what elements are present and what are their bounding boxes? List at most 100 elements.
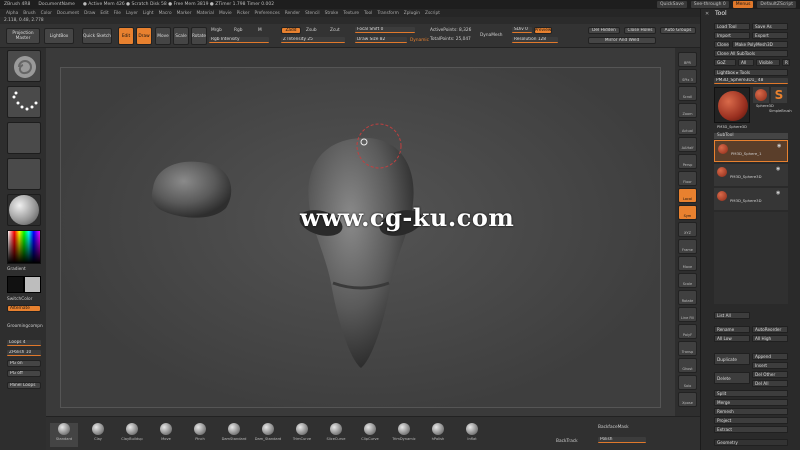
shelf-spix-3-button[interactable]: SPix 3 [678, 69, 697, 84]
menu-movie[interactable]: Movie [219, 11, 232, 16]
secondary-color-swatch[interactable] [24, 276, 41, 293]
menu-macro[interactable]: Macro [159, 11, 172, 16]
project-button[interactable]: Project [714, 417, 788, 424]
pg-off-button[interactable]: PG off [7, 370, 41, 377]
document-canvas[interactable] [60, 67, 661, 408]
brush-trimcurve[interactable]: TrimCurve [288, 423, 316, 447]
palette-close-icon[interactable]: ✕ [705, 11, 709, 17]
remesh-button[interactable]: Remesh [714, 408, 788, 415]
brush-clipcurve[interactable]: ClipCurve [356, 423, 384, 447]
clone-button[interactable]: Clone [714, 41, 730, 48]
geometry-header[interactable]: Geometry [714, 439, 788, 446]
rotate-button[interactable]: Rotate [191, 27, 207, 45]
duplicate-button[interactable]: Duplicate [714, 353, 750, 365]
m-toggle[interactable]: M [258, 28, 262, 33]
shelf-frame-button[interactable]: Frame [678, 239, 697, 254]
sdiv-slider[interactable]: SDiv 0 [512, 27, 532, 33]
shelf-solo-button[interactable]: Solo [678, 375, 697, 390]
menu-render[interactable]: Render [285, 11, 300, 16]
brush-hpolish[interactable]: hPolish [424, 423, 452, 447]
shelf-rotate-button[interactable]: Rotate [678, 290, 697, 305]
rgb-toggle[interactable]: Rgb [234, 28, 242, 33]
all-high-button[interactable]: All High [752, 335, 788, 342]
shelf-floor-button[interactable]: Floor [678, 171, 697, 186]
brush-dam-standard[interactable]: Dam_Standard [254, 423, 282, 447]
insert-button[interactable]: Insert [752, 362, 788, 369]
shelf-scroll-button[interactable]: Scroll [678, 86, 697, 101]
resolution-slider[interactable]: Resolution 128 [512, 37, 558, 43]
scale-button[interactable]: Scale [173, 27, 189, 45]
menu-document[interactable]: Document [57, 11, 79, 16]
load-tool-button[interactable]: Load Tool [714, 23, 750, 30]
mrgb-toggle[interactable]: Mrgb [211, 28, 222, 33]
brush-damstandard[interactable]: DamStandard [220, 423, 248, 447]
subtool-header[interactable]: SubTool [714, 133, 788, 139]
menu-light[interactable]: Light [143, 11, 154, 16]
import-button[interactable]: Import [714, 32, 750, 39]
dynamesh-button[interactable]: DynaMesh [480, 33, 503, 38]
lightbox-button[interactable]: LightBox [44, 28, 74, 44]
shelf-aahalf-button[interactable]: AAHalf [678, 137, 697, 152]
projection-master-button[interactable]: Projection Master [6, 28, 40, 44]
menu-alpha[interactable]: Alpha [6, 11, 18, 16]
shelf-line-fill-button[interactable]: Line Fill [678, 307, 697, 322]
menu-color[interactable]: Color [41, 11, 52, 16]
zadd-button[interactable]: Zadd [281, 27, 301, 34]
pg-on-button[interactable]: PG on [7, 360, 41, 367]
menu-picker[interactable]: Picker [237, 11, 250, 16]
zpolish-slider[interactable]: ZPolish 10 [7, 350, 41, 356]
menu-transform[interactable]: Transform [377, 11, 398, 16]
shelf-polyf-button[interactable]: PolyF [678, 324, 697, 339]
eye-icon[interactable]: ◉ [776, 166, 780, 172]
menu-draw[interactable]: Draw [84, 11, 95, 16]
menu-zscript[interactable]: Zscript [425, 11, 440, 16]
shelf-xpose-button[interactable]: Xpose [678, 392, 697, 407]
goz-button[interactable]: GoZ [714, 59, 736, 66]
menu-tool[interactable]: Tool [364, 11, 372, 16]
preview-button[interactable]: Preview [534, 27, 552, 34]
rename-button[interactable]: Rename [714, 326, 750, 333]
current-tool-slider[interactable]: PM3D_Sphere3D1_ 48 [714, 78, 788, 84]
close-holes-button[interactable]: Close Holes [624, 27, 656, 34]
alpha-thumbnail[interactable] [7, 122, 41, 154]
brush-trimdynamic[interactable]: TrimDynamic [390, 423, 418, 447]
shelf-sym-button[interactable]: Sym [678, 205, 697, 220]
append-button[interactable]: Append [752, 353, 788, 360]
extract-button[interactable]: Extract [714, 426, 788, 433]
menu-brush[interactable]: Brush [23, 11, 35, 16]
polish-slider[interactable]: Polish [598, 437, 646, 443]
save-as-button[interactable]: Save As [752, 23, 788, 30]
eye-icon[interactable]: ◉ [776, 190, 780, 196]
menu-texture[interactable]: Texture [343, 11, 359, 16]
brush-slicecurve[interactable]: SliceCurve [322, 423, 350, 447]
menu-file[interactable]: File [114, 11, 121, 16]
material-thumbnail[interactable] [7, 194, 41, 226]
subtool-item-3[interactable]: PM3D_Sphere3D ◉ [714, 188, 788, 210]
panel-loops-button[interactable]: Panel Loops [7, 382, 41, 389]
backtrack-toggle[interactable]: BackTrack [556, 439, 578, 444]
draw-size-slider[interactable]: Draw Size 82 [355, 37, 407, 43]
shelf-actual-button[interactable]: Actual [678, 120, 697, 135]
menu-edit[interactable]: Edit [100, 11, 108, 16]
menu-preferences[interactable]: Preferences [254, 11, 279, 16]
alternate-button[interactable]: Alternate [7, 305, 41, 312]
subtool-item-1[interactable]: PM3D_Sphere_1 ◉ [714, 140, 788, 162]
delete-button[interactable]: Delete [714, 372, 750, 384]
split-button[interactable]: Split [714, 390, 788, 397]
shelf-transp-button[interactable]: Transp [678, 341, 697, 356]
focal-shift-slider[interactable]: Focal Shift 0 [355, 27, 415, 33]
gradient-toggle[interactable]: Gradient [7, 267, 26, 272]
current-tool-thumbnail[interactable] [714, 87, 750, 123]
del-other-button[interactable]: Del Other [752, 371, 788, 378]
menus-button[interactable]: Menus [732, 1, 754, 8]
brush-standard[interactable]: Standard [50, 423, 78, 447]
visible-button[interactable]: Visible [756, 59, 780, 66]
backface-mask-toggle[interactable]: BackfaceMask [598, 425, 629, 430]
shelf-local-button[interactable]: Local [678, 188, 697, 203]
brush-clay[interactable]: Clay [84, 423, 112, 447]
main-color-swatch[interactable] [7, 276, 24, 293]
make-polymesh-button[interactable]: Make PolyMesh3D [732, 41, 788, 48]
shelf-persp-button[interactable]: Persp [678, 154, 697, 169]
default-zscript-button[interactable]: DefaultZScript [757, 1, 796, 8]
brush-move[interactable]: Move [152, 423, 180, 447]
